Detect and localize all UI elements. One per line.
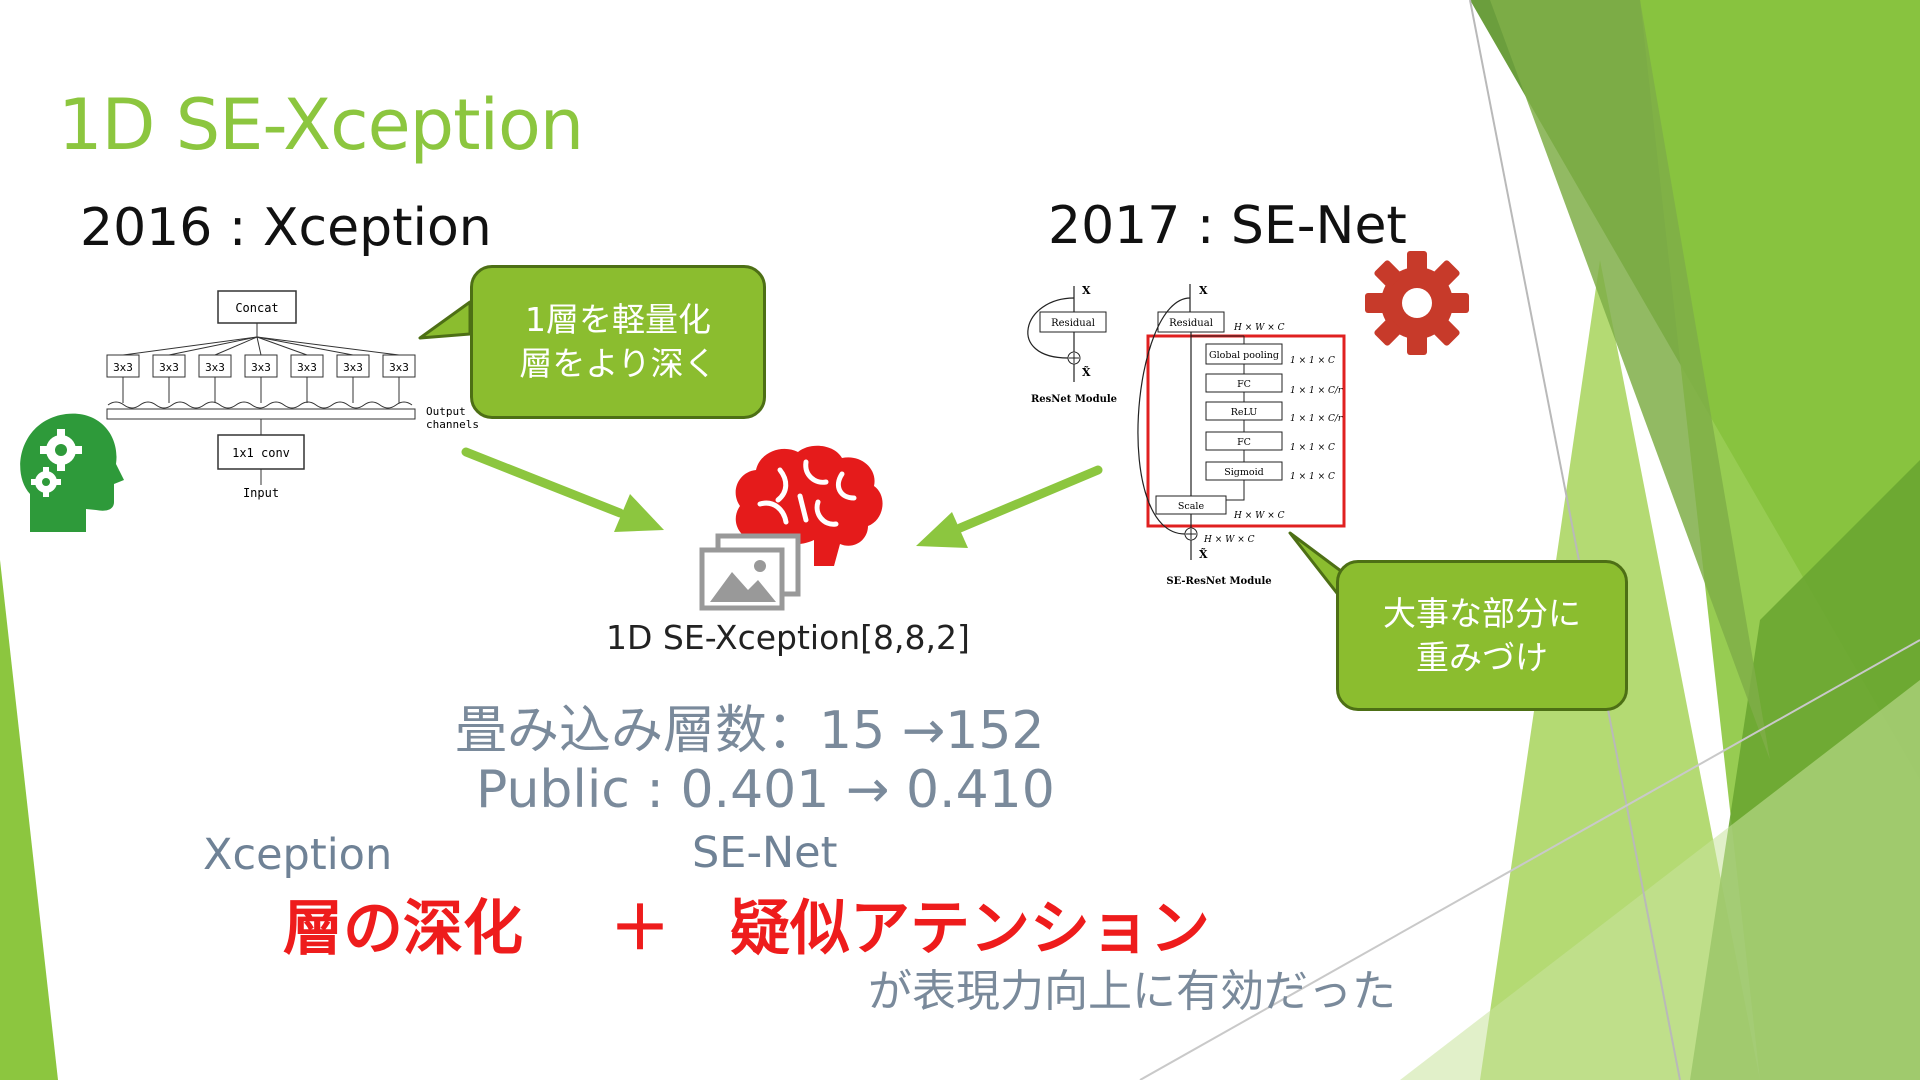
dim-fc1: 1 × 1 × C/r — [1290, 386, 1343, 396]
gear-icon — [1365, 251, 1469, 355]
slide-title: 1D SE-Xception — [58, 84, 584, 166]
conclusion-text: が表現力向上に有効だった — [868, 966, 1396, 1017]
se-caption: SE-ResNet Module — [1166, 576, 1271, 587]
callout-left-line2: 層をより深く — [519, 344, 717, 383]
resnet-caption: ResNet Module — [1031, 394, 1117, 405]
scale-label: Scale — [1178, 501, 1205, 512]
fc2-label: FC — [1237, 437, 1251, 448]
dim-gp: 1 × 1 × C — [1290, 356, 1335, 366]
resnet-module: X Residual X̃ ResNet Module — [1027, 284, 1117, 405]
sigmoid-label: Sigmoid — [1224, 467, 1263, 478]
dim-hwc-top: H × W × C — [1233, 323, 1285, 333]
concat-fanout — [122, 336, 400, 356]
resnet-residual-label: Residual — [1051, 318, 1095, 329]
dim-scale: H × W × C — [1233, 511, 1285, 521]
dim-out: H × W × C — [1203, 535, 1255, 545]
callout-right-line1: 大事な部分に — [1383, 593, 1581, 633]
stat-conv-layers: 畳み込み層数：15 →152 — [455, 701, 1045, 761]
callout-left-line1: 1層を軽量化 — [525, 300, 711, 339]
dim-sigmoid: 1 × 1 × C — [1290, 472, 1335, 482]
se-x-label: X — [1199, 284, 1208, 297]
model-caption: 1D SE-Xception[8,8,2] — [606, 618, 970, 657]
pointwise-label: 1x1 conv — [232, 446, 290, 460]
emphasis-plus: ＋ — [610, 894, 670, 964]
conv-label: 3x3 — [205, 361, 225, 374]
dim-fc2: 1 × 1 × C — [1290, 443, 1335, 453]
concat-label: Concat — [235, 301, 278, 315]
stat-public-score: Public : 0.401 → 0.410 — [476, 760, 1055, 820]
callout-right: 大事な部分に 重みづけ — [1336, 560, 1628, 711]
conv-label: 3x3 — [343, 361, 363, 374]
output-label-1: Output — [426, 405, 466, 418]
senet-heading: 2017 : SE-Net — [1048, 196, 1407, 256]
dim-relu: 1 × 1 × C/r — [1290, 414, 1343, 424]
xception-label: Xception — [203, 830, 393, 880]
image-gallery-icon — [699, 533, 801, 611]
conv-label: 3x3 — [251, 361, 271, 374]
bg-shape-left-sliver — [0, 560, 58, 1080]
conv-stems — [122, 377, 400, 403]
se-out-label: X̃ — [1199, 548, 1208, 561]
callout-right-line2: 重みづけ — [1416, 637, 1548, 677]
fc1-label: FC — [1237, 379, 1251, 390]
emphasis-attention: 疑似アテンション — [730, 894, 1210, 964]
conv-label: 3x3 — [159, 361, 179, 374]
emphasis-deepening: 層の深化 — [283, 894, 523, 964]
resnet-x-label: X — [1082, 284, 1091, 297]
input-label: Input — [243, 486, 279, 500]
xception-heading: 2016 : Xception — [80, 198, 492, 258]
output-channels-bar — [106, 408, 416, 420]
relu-label: ReLU — [1231, 407, 1258, 418]
senet-label: SE-Net — [692, 828, 838, 878]
conv-label: 3x3 — [297, 361, 317, 374]
head-gears-icon — [20, 413, 124, 532]
output-label-2: channels — [426, 418, 479, 431]
se-residual-label: Residual — [1169, 318, 1213, 329]
conv-label: 3x3 — [389, 361, 409, 374]
channel-split-brace — [107, 401, 413, 409]
callout-left: 1層を軽量化 層をより深く — [470, 265, 766, 419]
conv-label: 3x3 — [113, 361, 133, 374]
global-pooling-label: Global pooling — [1209, 350, 1279, 361]
resnet-out-label: X̃ — [1082, 366, 1091, 379]
